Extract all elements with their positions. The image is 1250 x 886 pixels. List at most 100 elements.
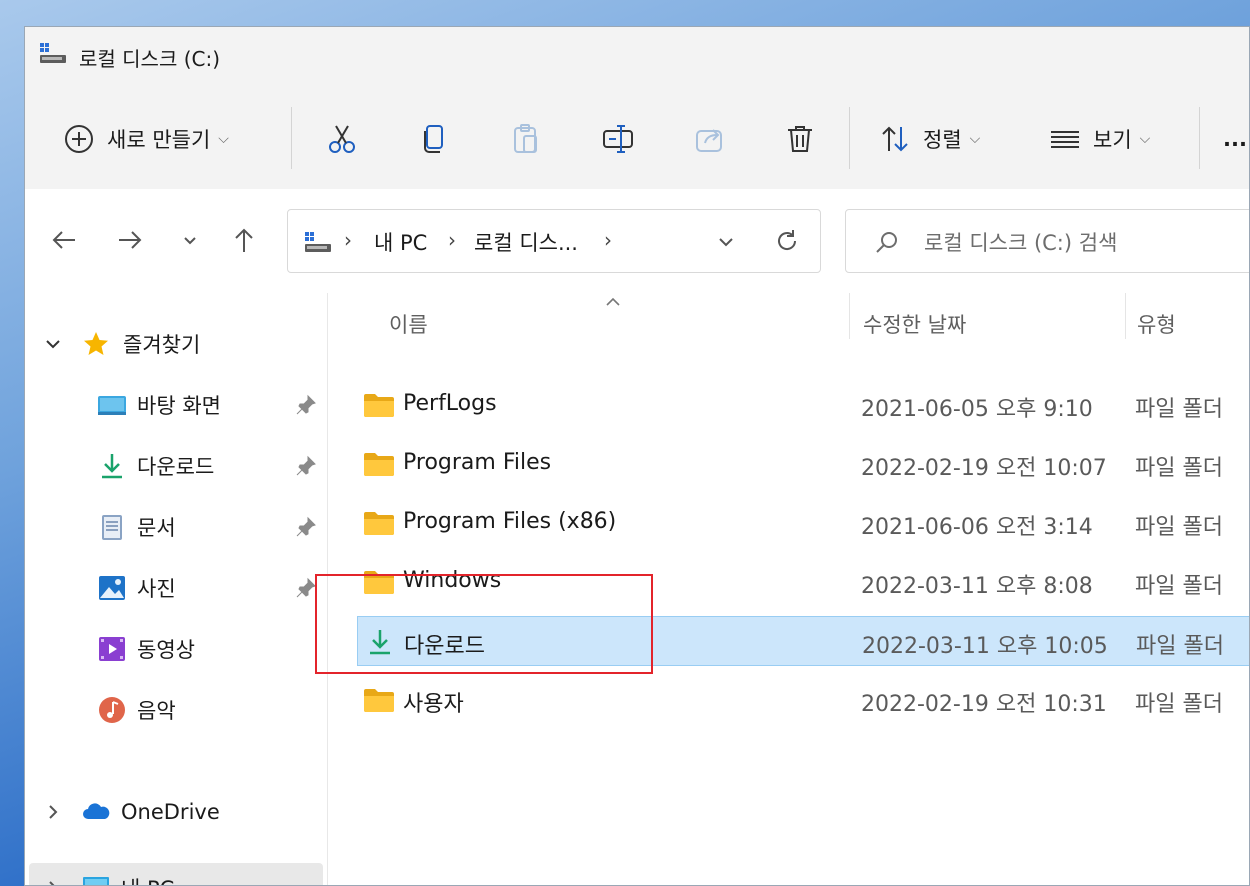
file-name: Program Files (x86)	[403, 509, 617, 534]
sidebar-favorites-label: 즐겨찾기	[123, 333, 201, 357]
window-title: 로컬 디스크 (C:)	[79, 47, 221, 71]
share-icon	[696, 129, 722, 152]
arrow-right-icon	[119, 231, 142, 249]
chevron-down-icon[interactable]	[716, 232, 736, 252]
view-button-label: 보기	[1093, 128, 1132, 152]
sidebar-item-downloads[interactable]: 다운로드	[25, 441, 325, 491]
refresh-icon[interactable]	[774, 228, 800, 254]
breadcrumb-separator-icon: ›	[604, 228, 612, 252]
file-date: 2022-03-11 오후 10:05	[862, 634, 1108, 659]
computer-icon	[83, 877, 109, 885]
file-date: 2022-02-19 오전 10:07	[861, 456, 1107, 481]
toolbar-divider	[291, 107, 292, 169]
column-header-date[interactable]: 수정한 날짜	[863, 299, 966, 349]
sort-ascending-icon	[606, 297, 620, 306]
new-button-label: 새로 만들기	[107, 128, 211, 152]
toolbar-divider	[1199, 107, 1200, 169]
sidebar-onedrive-label: OneDrive	[121, 800, 220, 824]
file-date: 2021-06-06 오전 3:14	[861, 515, 1093, 540]
cut-button[interactable]	[325, 117, 359, 161]
trash-icon	[788, 126, 812, 152]
pin-icon[interactable]	[295, 516, 317, 538]
sidebar-item-label: 바탕 화면	[137, 394, 221, 418]
file-type: 파일 폴더	[1135, 397, 1223, 422]
breadcrumb-this-pc[interactable]: 내 PC	[374, 227, 427, 257]
rename-button[interactable]	[601, 117, 635, 161]
column-divider[interactable]	[1125, 293, 1126, 339]
videos-icon	[99, 637, 125, 661]
pictures-icon	[99, 576, 125, 600]
paste-button[interactable]	[509, 117, 543, 161]
file-name: 사용자	[403, 692, 464, 717]
column-header-type[interactable]: 유형	[1137, 299, 1176, 349]
sidebar-item-music[interactable]: 음악	[25, 685, 325, 735]
file-explorer-window: 로컬 디스크 (C:) 새로 만들기 ⌵ 정렬 ⌵ 보기 ⌵ ... › 내 P…	[24, 26, 1250, 886]
new-button[interactable]: 새로 만들기 ⌵	[63, 117, 229, 161]
desktop-icon	[98, 396, 126, 415]
copy-icon	[424, 125, 443, 153]
more-options-button[interactable]: ...	[1223, 117, 1247, 161]
file-type: 파일 폴더	[1135, 515, 1223, 540]
delete-button[interactable]	[783, 117, 817, 161]
sidebar-item-label: 동영상	[137, 638, 195, 662]
file-row-program-files[interactable]: Program Files 2022-02-19 오전 10:07 파일 폴더	[357, 439, 1249, 489]
search-box[interactable]: 로컬 디스크 (C:) 검색	[845, 209, 1249, 273]
view-button[interactable]: 보기 ⌵	[1049, 117, 1150, 161]
chevron-right-icon[interactable]	[43, 878, 63, 886]
star-icon	[84, 332, 108, 355]
sidebar-item-onedrive[interactable]: OneDrive	[25, 787, 325, 837]
chevron-down-icon[interactable]	[43, 334, 63, 354]
pin-icon[interactable]	[295, 455, 317, 477]
folder-icon	[364, 512, 394, 535]
file-row-users[interactable]: 사용자 2022-02-19 오전 10:31 파일 폴더	[357, 675, 1249, 725]
file-date: 2021-06-05 오후 9:10	[861, 397, 1093, 422]
forward-button[interactable]	[113, 223, 147, 257]
file-name: PerfLogs	[403, 391, 497, 416]
sort-button[interactable]: 정렬 ⌵	[879, 117, 980, 161]
search-placeholder: 로컬 디스크 (C:) 검색	[924, 231, 1118, 255]
file-type: 파일 폴더	[1135, 456, 1223, 481]
address-bar[interactable]: › 내 PC › 로컬 디스... ›	[287, 209, 821, 273]
pin-icon[interactable]	[295, 577, 317, 599]
title-bar: 로컬 디스크 (C:)	[25, 27, 1249, 87]
sidebar-item-desktop[interactable]: 바탕 화면	[25, 380, 325, 430]
up-button[interactable]	[227, 223, 261, 257]
chevron-down-icon: ⌵	[218, 131, 229, 147]
sidebar-item-this-pc[interactable]: 내 PC	[29, 863, 323, 886]
sidebar-item-label: 문서	[137, 516, 176, 540]
cloud-icon	[83, 803, 110, 819]
chevron-down-icon	[184, 237, 196, 245]
chevron-down-icon: ⌵	[1139, 131, 1151, 147]
file-type: 파일 폴더	[1136, 634, 1224, 659]
search-icon	[876, 232, 897, 253]
sidebar-item-label: 다운로드	[137, 455, 215, 479]
file-date: 2022-03-11 오후 8:08	[861, 574, 1093, 599]
sidebar-item-videos[interactable]: 동영상	[25, 624, 325, 674]
chevron-down-icon: ⌵	[969, 131, 981, 147]
column-divider[interactable]	[849, 293, 850, 339]
sidebar-item-pictures[interactable]: 사진	[25, 563, 325, 613]
plus-circle-icon	[65, 125, 93, 153]
file-date: 2022-02-19 오전 10:31	[861, 692, 1107, 717]
sidebar-item-favorites[interactable]: 즐겨찾기	[25, 319, 325, 369]
file-row-perflogs[interactable]: PerfLogs 2021-06-05 오후 9:10 파일 폴더	[357, 380, 1249, 430]
music-icon	[99, 697, 125, 723]
sidebar-item-documents[interactable]: 문서	[25, 502, 325, 552]
arrow-up-icon	[235, 228, 253, 252]
navigation-row: › 내 PC › 로컬 디스... › 로컬 디스크 (C:) 검색	[25, 189, 1249, 293]
rename-icon	[603, 125, 633, 153]
chevron-right-icon[interactable]	[43, 802, 63, 822]
recent-locations-button[interactable]	[173, 223, 207, 257]
file-row-program-files-x86[interactable]: Program Files (x86) 2021-06-06 오전 3:14 파…	[357, 498, 1249, 548]
sidebar-thispc-label: 내 PC	[121, 873, 174, 885]
file-name: Program Files	[403, 450, 552, 475]
copy-button[interactable]	[417, 117, 451, 161]
back-button[interactable]	[47, 223, 81, 257]
share-button[interactable]	[693, 117, 727, 161]
file-type: 파일 폴더	[1135, 692, 1223, 717]
breadcrumb-local-disk[interactable]: 로컬 디스...	[474, 227, 578, 257]
pin-icon[interactable]	[295, 394, 317, 416]
sidebar-item-label: 음악	[137, 699, 176, 723]
column-header-name[interactable]: 이름	[389, 299, 428, 349]
folder-icon	[364, 689, 394, 712]
